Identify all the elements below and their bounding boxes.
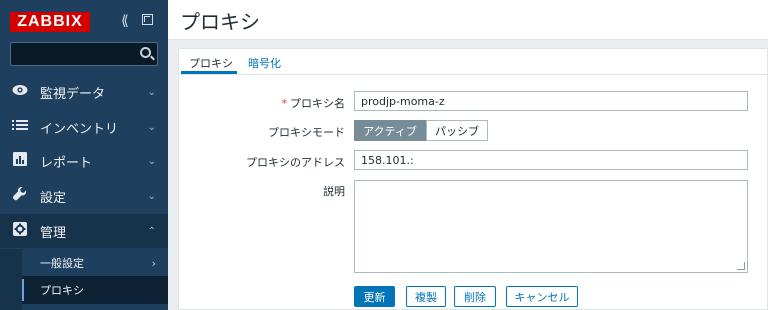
search-icon[interactable] (140, 47, 151, 58)
delete-button[interactable]: 削除 (454, 286, 496, 307)
chevron-down-icon: ⌄ (147, 155, 156, 167)
collapse-sidebar-icon[interactable]: ⟪ (121, 13, 129, 29)
required-marker: * (281, 97, 288, 110)
proxy-mode-passive-option[interactable]: パッシブ (426, 120, 488, 141)
submenu-selected-marker (22, 279, 24, 301)
tab-proxy[interactable]: プロキシ (189, 55, 233, 71)
chevron-right-icon: › (151, 256, 156, 270)
proxy-address-value: 158.101.: (361, 154, 414, 167)
proxy-name-input[interactable]: prodjp-moma-z (354, 91, 748, 111)
list-icon (12, 119, 28, 135)
sidebar-search-input[interactable] (10, 42, 158, 66)
proxy-mode-label: プロキシモード (268, 126, 345, 139)
chevron-down-icon: ⌄ (147, 86, 156, 98)
description-textarea[interactable] (354, 180, 748, 273)
sidebar-item-label: インベントリ (40, 121, 119, 137)
sidebar: ZABBIX ⟪ 監視データ ⌄ インベントリ ⌄ レポート ⌄ 設定 ⌄ 管理… (0, 0, 168, 310)
submenu-item-label: プロキシ (40, 284, 84, 297)
update-button[interactable]: 更新 (354, 286, 395, 307)
submenu-gutter (0, 249, 22, 310)
cancel-button[interactable]: キャンセル (506, 286, 578, 307)
chevron-down-icon: ⌄ (147, 121, 156, 133)
sidebar-item-administration[interactable]: 管理 ⌃ (0, 214, 168, 248)
page-header: プロキシ (168, 0, 768, 40)
sidebar-item-monitoring[interactable]: 監視データ ⌄ (0, 75, 168, 109)
app-window: ZABBIX ⟪ 監視データ ⌄ インベントリ ⌄ レポート ⌄ 設定 ⌄ 管理… (0, 0, 768, 310)
proxy-address-label: プロキシのアドレス (246, 156, 345, 169)
proxy-address-input[interactable]: 158.101.: (354, 150, 748, 170)
sidebar-item-label: レポート (40, 155, 93, 171)
proxy-name-label: * プロキシ名 (195, 95, 346, 111)
active-tab-indicator (181, 71, 237, 74)
proxy-form-card: プロキシ 暗号化 * プロキシ名 prodjp-moma-z プロキシモード アク… (178, 48, 768, 310)
description-label: 説明 (323, 185, 345, 198)
resize-handle-icon[interactable] (737, 262, 745, 270)
sidebar-item-label: 管理 (40, 225, 67, 241)
proxy-mode-active-option[interactable]: アクティブ (354, 120, 426, 141)
submenu-item-label: 一般設定 (40, 257, 84, 270)
chevron-down-icon: ⌄ (147, 190, 156, 202)
sidebar-item-inventory[interactable]: インベントリ ⌄ (0, 110, 168, 144)
submenu-item-general[interactable]: 一般設定 › (22, 249, 168, 277)
tab-encryption[interactable]: 暗号化 (248, 55, 281, 71)
clone-button[interactable]: 複製 (406, 286, 446, 307)
sidebar-item-label: 監視データ (40, 86, 106, 102)
chevron-up-icon: ⌃ (147, 225, 156, 237)
bar-chart-icon (12, 152, 28, 170)
submenu-item-proxies[interactable]: プロキシ (22, 276, 168, 304)
sidebar-item-reports[interactable]: レポート ⌄ (0, 144, 168, 178)
sidebar-item-configuration[interactable]: 設定 ⌄ (0, 179, 168, 213)
tab-bar: プロキシ 暗号化 (179, 49, 768, 75)
proxy-name-value: prodjp-moma-z (361, 95, 445, 108)
page-title: プロキシ (180, 10, 260, 34)
wrench-icon (12, 186, 28, 205)
sidebar-item-label: 設定 (40, 190, 67, 206)
zabbix-logo[interactable]: ZABBIX (10, 12, 90, 32)
gear-icon (12, 222, 28, 240)
kiosk-mode-icon[interactable] (142, 14, 153, 25)
eye-icon (12, 84, 28, 100)
proxy-name-label-text: プロキシ名 (290, 97, 345, 110)
